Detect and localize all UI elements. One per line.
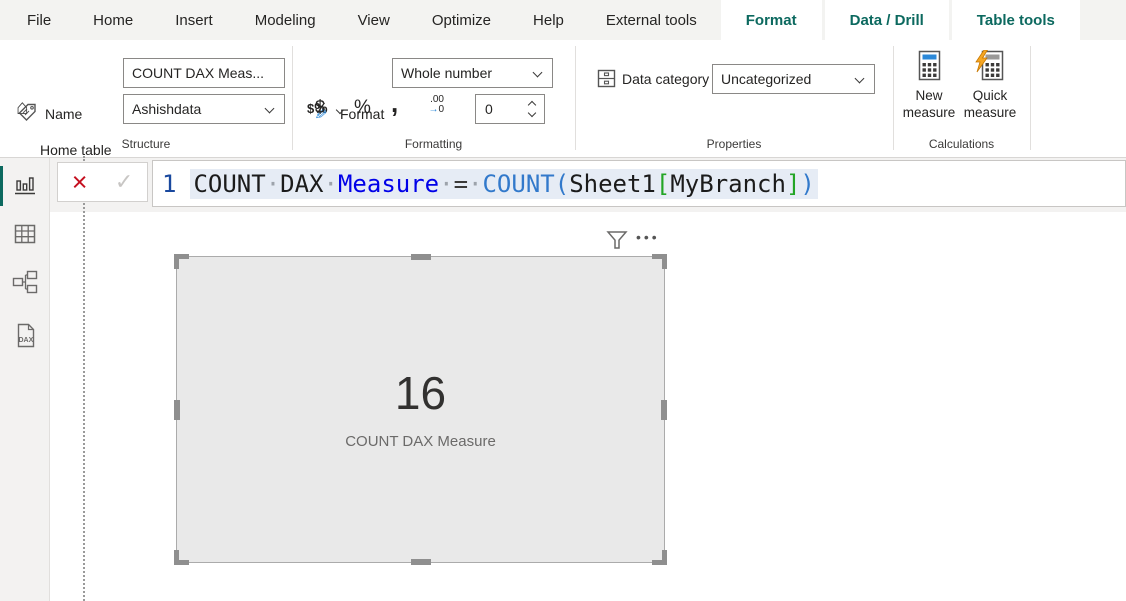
- formula-token: Measure: [338, 170, 439, 198]
- formula-token: ·: [468, 170, 482, 198]
- card-visual[interactable]: 16 COUNT DAX Measure: [176, 256, 665, 563]
- group-label-formatting: Formatting: [292, 137, 575, 151]
- tab-data-drill[interactable]: Data / Drill: [825, 0, 949, 40]
- thousands-separator-button[interactable]: ,: [391, 94, 398, 112]
- formula-token: COUNT: [482, 170, 554, 198]
- sidebar-item-model-view[interactable]: [0, 258, 50, 306]
- formula-token: DAX: [280, 170, 323, 198]
- model-view-icon: [11, 269, 39, 295]
- formula-token: MyBranch: [670, 170, 786, 198]
- quick-measure-button[interactable]: Quick measure: [961, 50, 1019, 121]
- tab-modeling[interactable]: Modeling: [234, 0, 337, 40]
- tab-external-tools[interactable]: External tools: [585, 0, 718, 40]
- quick-measure-label: Quick measure: [961, 87, 1019, 121]
- home-table-select[interactable]: Ashishdata: [123, 94, 285, 124]
- currency-format-button[interactable]: $: [315, 97, 325, 118]
- resize-handle-top[interactable]: [411, 254, 431, 260]
- data-category-label: Data category: [622, 71, 709, 87]
- ribbon-tabs: FileHomeInsertModelingViewOptimizeHelpEx…: [0, 0, 1126, 40]
- sidebar-item-report-view[interactable]: [0, 162, 50, 210]
- tab-help[interactable]: Help: [512, 0, 585, 40]
- powerbi-window: FileHomeInsertModelingViewOptimizeHelpEx…: [0, 0, 1126, 601]
- measure-name-input[interactable]: [123, 58, 285, 88]
- resize-handle-bottom[interactable]: [411, 559, 431, 565]
- report-canvas[interactable]: ••• 16 COUNT DAX Measure: [50, 212, 1126, 601]
- formula-token: Sheet1: [569, 170, 656, 198]
- formula-token: (: [555, 170, 569, 198]
- tab-home[interactable]: Home: [72, 0, 154, 40]
- formula-token: ·: [439, 170, 453, 198]
- formula-token: =: [454, 170, 468, 198]
- group-separator: [292, 46, 293, 150]
- tab-view[interactable]: View: [337, 0, 411, 40]
- resize-handle-top-right[interactable]: [652, 254, 667, 269]
- canvas-guide-line: [83, 156, 85, 601]
- group-label-calculations: Calculations: [893, 137, 1030, 151]
- data-category-icon: [597, 69, 616, 88]
- dax-formula-editor[interactable]: 1 COUNT·DAX·Measure·=·COUNT(Sheet1[MyBra…: [152, 160, 1126, 207]
- accept-formula-icon[interactable]: ✓: [115, 169, 133, 195]
- arrow-right-icon: →: [428, 104, 438, 115]
- chevron-down-icon: [855, 74, 865, 84]
- chevron-down-icon: [533, 68, 543, 78]
- group-separator: [1030, 46, 1031, 150]
- table-view-icon: [12, 221, 38, 247]
- group-label-properties: Properties: [575, 137, 893, 151]
- tab-insert[interactable]: Insert: [154, 0, 234, 40]
- filter-icon[interactable]: [606, 230, 628, 251]
- calculator-lightning-icon: [975, 50, 1005, 81]
- decimal-places-stepper[interactable]: 0: [475, 94, 545, 124]
- percent-format-button[interactable]: %: [354, 97, 371, 119]
- sidebar-item-table-view[interactable]: [0, 210, 50, 258]
- view-sidebar: DAX: [0, 158, 50, 601]
- home-icon: ⌂: [16, 98, 29, 118]
- more-options-icon[interactable]: •••: [636, 229, 660, 245]
- cancel-formula-icon[interactable]: ×: [72, 169, 88, 195]
- calculator-icon: [916, 50, 943, 81]
- formula-token: ·: [266, 170, 280, 198]
- name-label: Name: [45, 106, 82, 122]
- resize-handle-bottom-left[interactable]: [174, 550, 189, 565]
- format-select[interactable]: Whole number: [392, 58, 553, 88]
- dax-query-view-icon: DAX: [12, 322, 38, 350]
- formula-bar: × ✓ 1 COUNT·DAX·Measure·=·COUNT(Sheet1[M…: [50, 158, 1126, 212]
- resize-handle-bottom-right[interactable]: [652, 550, 667, 565]
- resize-handle-left[interactable]: [174, 400, 180, 420]
- tab-file[interactable]: File: [6, 0, 72, 40]
- decimal-bottom-text: 0: [438, 104, 444, 115]
- group-label-structure: Structure: [0, 137, 292, 151]
- resize-handle-right[interactable]: [661, 400, 667, 420]
- formula-token: ·: [324, 170, 338, 198]
- formula-token: ]: [786, 170, 800, 198]
- new-measure-button[interactable]: New measure: [900, 50, 958, 121]
- tab-optimize[interactable]: Optimize: [411, 0, 512, 40]
- formula-token: COUNT: [193, 170, 265, 198]
- formula-code: COUNT·DAX·Measure·=·COUNT(Sheet1[MyBranc…: [190, 169, 817, 199]
- decimal-places-value: 0: [485, 101, 493, 117]
- dax-icon-text: DAX: [19, 337, 34, 344]
- data-category-select[interactable]: Uncategorized: [712, 64, 875, 94]
- sidebar-item-dax-query-view[interactable]: DAX: [0, 312, 50, 360]
- formula-token: ): [800, 170, 814, 198]
- tab-format[interactable]: Format: [721, 0, 822, 40]
- formula-token: [: [656, 170, 670, 198]
- format-value: Whole number: [401, 65, 492, 81]
- card-label: COUNT DAX Measure: [345, 433, 496, 450]
- formula-buttons: × ✓: [57, 162, 148, 202]
- spinner-down-icon[interactable]: [528, 109, 536, 117]
- decimal-places-icon[interactable]: .00 →0: [410, 95, 444, 115]
- report-view-icon: [12, 173, 38, 199]
- ribbon: Name ⌂ Home table Ashishdata Structure $…: [0, 40, 1126, 158]
- resize-handle-top-left[interactable]: [174, 254, 189, 269]
- card-value: 16: [395, 369, 446, 417]
- line-number: 1: [162, 170, 176, 198]
- home-table-value: Ashishdata: [132, 101, 201, 117]
- chevron-down-icon: [265, 104, 275, 114]
- group-separator: [893, 46, 894, 150]
- data-category-value: Uncategorized: [721, 71, 811, 87]
- group-separator: [575, 46, 576, 150]
- tab-table-tools[interactable]: Table tools: [952, 0, 1080, 40]
- new-measure-label: New measure: [900, 87, 958, 121]
